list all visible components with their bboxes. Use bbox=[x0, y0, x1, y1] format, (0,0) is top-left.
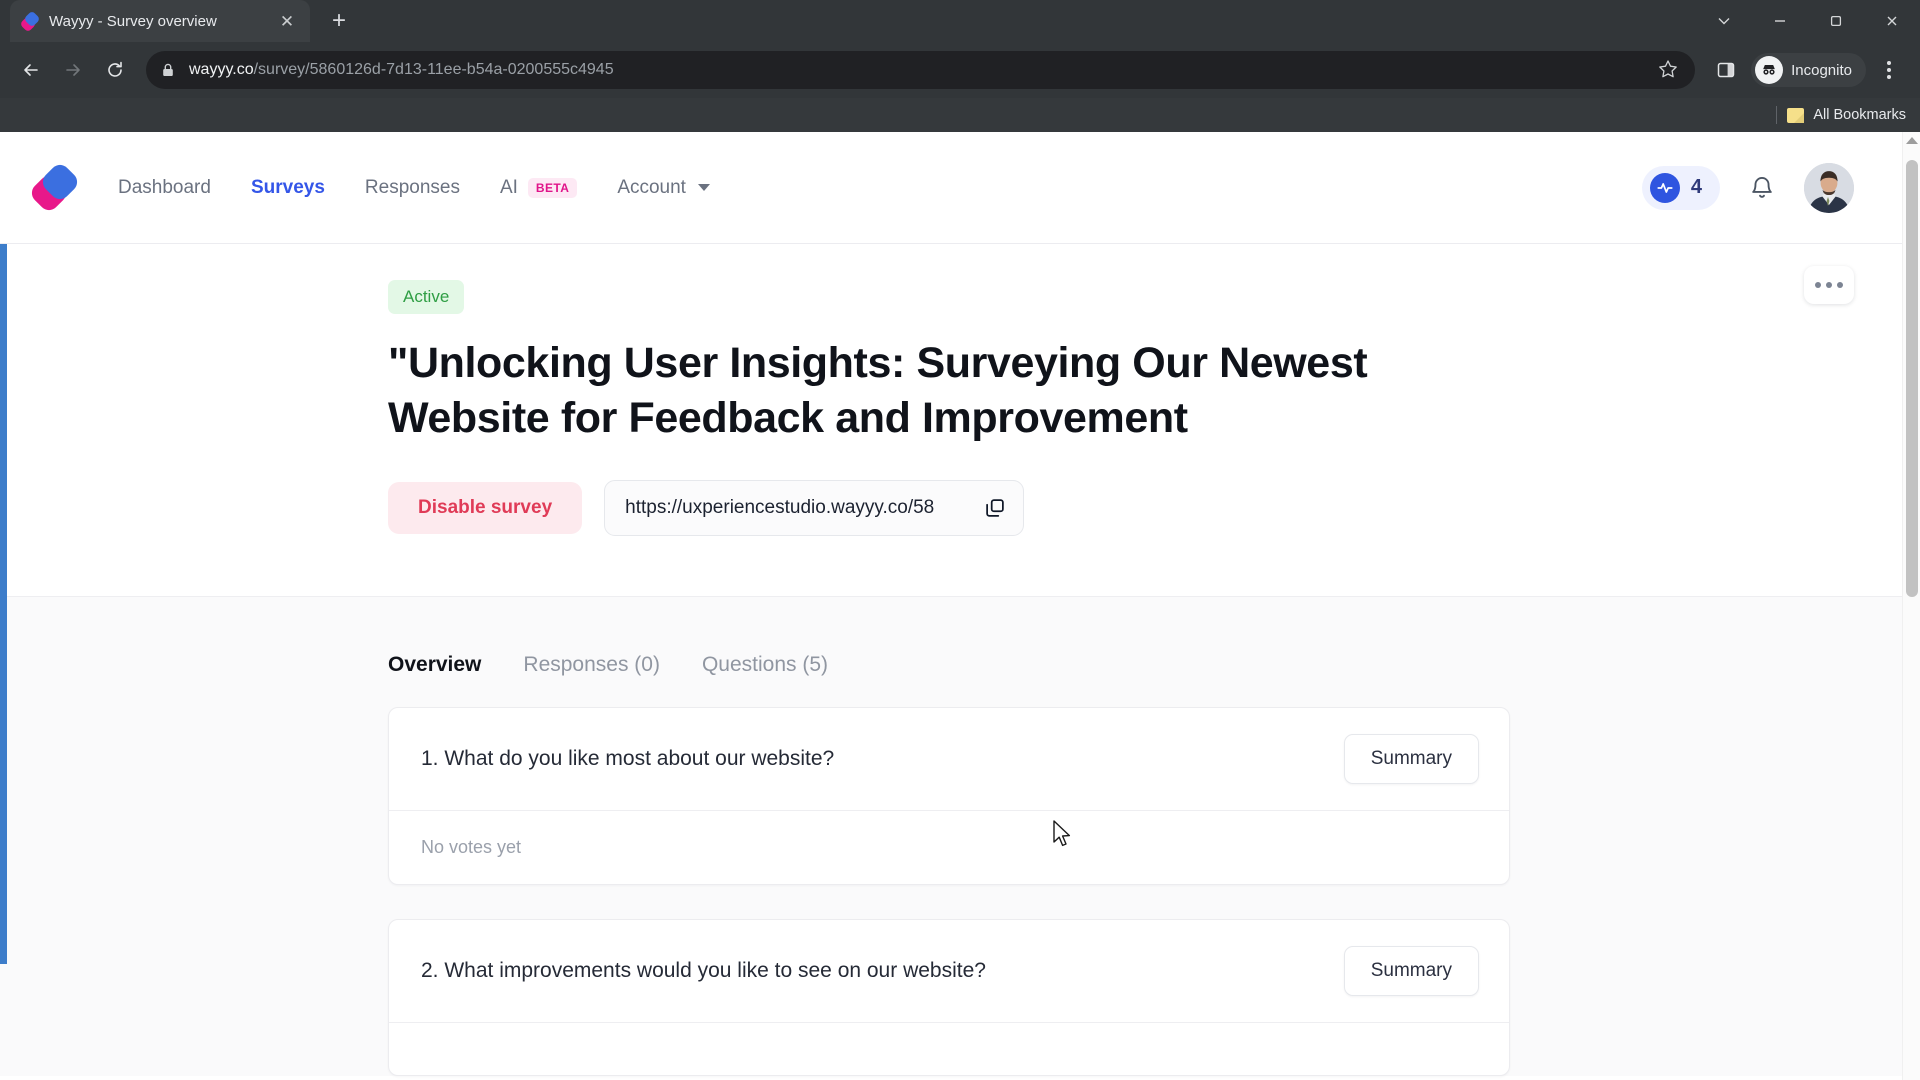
status-badge: Active bbox=[388, 280, 465, 314]
bookmarks-bar: All Bookmarks bbox=[0, 98, 1920, 132]
nav-item-responses[interactable]: Responses bbox=[345, 177, 480, 199]
page-viewport: Dashboard Surveys Responses AI BETA Acco… bbox=[0, 132, 1920, 1080]
nav-right-group: 4 bbox=[1641, 162, 1902, 213]
browser-tab[interactable]: Wayyy - Survey overview ✕ bbox=[10, 0, 310, 42]
star-icon[interactable] bbox=[1657, 58, 1681, 82]
question-body bbox=[389, 1022, 1509, 1075]
arrow-right-icon bbox=[54, 51, 92, 89]
nav-label: Responses bbox=[364, 176, 460, 198]
scrollbar-thumb[interactable] bbox=[1906, 160, 1918, 597]
web-page: Dashboard Surveys Responses AI BETA Acco… bbox=[0, 132, 1902, 1080]
tab-questions[interactable]: Questions (5) bbox=[702, 653, 828, 677]
close-icon[interactable] bbox=[1864, 0, 1920, 42]
credits-count: 4 bbox=[1690, 176, 1702, 198]
nav-item-surveys[interactable]: Surveys bbox=[231, 177, 345, 199]
nav-label: Dashboard bbox=[118, 176, 211, 198]
wayyy-logo-icon[interactable] bbox=[27, 160, 82, 214]
user-avatar[interactable] bbox=[1804, 162, 1854, 213]
nav-item-ai[interactable]: AI BETA bbox=[480, 177, 597, 199]
close-icon[interactable]: ✕ bbox=[276, 10, 298, 32]
url-path: /survey/5860126d-7d13-11ee-b54a-0200555c… bbox=[253, 61, 614, 78]
credits-badge[interactable]: 4 bbox=[1641, 165, 1720, 210]
folder-icon bbox=[1787, 107, 1805, 123]
survey-tabs: Overview Responses (0) Questions (5) bbox=[388, 653, 1440, 677]
question-header: 2. What improvements would you like to s… bbox=[389, 920, 1509, 1022]
tab-responses[interactable]: Responses (0) bbox=[523, 653, 660, 677]
question-title: 2. What improvements would you like to s… bbox=[421, 959, 986, 983]
incognito-indicator[interactable]: Incognito bbox=[1751, 53, 1866, 87]
url-domain: wayyy.co bbox=[189, 61, 254, 78]
question-card: 2. What improvements would you like to s… bbox=[388, 919, 1510, 1077]
hero-actions: Disable survey https://uxperiencestudio.… bbox=[388, 480, 1440, 537]
maximize-icon[interactable] bbox=[1808, 0, 1864, 42]
copy-icon[interactable] bbox=[973, 486, 1017, 530]
url-text: wayyy.co/survey/5860126d-7d13-11ee-b54a-… bbox=[189, 61, 1645, 79]
survey-hero: Active "Unlocking User Insights: Surveyi… bbox=[0, 244, 1902, 597]
lock-icon bbox=[160, 62, 177, 79]
bell-icon[interactable] bbox=[1748, 174, 1776, 202]
incognito-icon bbox=[1755, 56, 1784, 84]
no-votes-label: No votes yet bbox=[421, 837, 522, 858]
kebab-menu-icon[interactable] bbox=[1870, 51, 1908, 89]
ellipsis-icon[interactable] bbox=[1804, 266, 1854, 304]
arrow-left-icon[interactable] bbox=[12, 51, 50, 89]
tab-strip: Wayyy - Survey overview ✕ + bbox=[0, 0, 1920, 42]
reload-icon[interactable] bbox=[96, 51, 134, 89]
tab-title: Wayyy - Survey overview bbox=[49, 12, 217, 30]
all-bookmarks-label: All Bookmarks bbox=[1813, 107, 1906, 123]
nav-label: Account bbox=[617, 176, 686, 198]
activity-pulse-icon bbox=[1649, 172, 1680, 203]
mouse-cursor bbox=[1052, 820, 1074, 855]
chevron-down-icon[interactable] bbox=[1696, 0, 1752, 42]
disable-survey-button[interactable]: Disable survey bbox=[388, 482, 583, 535]
question-header: 1. What do you like most about our websi… bbox=[389, 708, 1509, 810]
question-body: No votes yet bbox=[389, 810, 1509, 884]
browser-toolbar: wayyy.co/survey/5860126d-7d13-11ee-b54a-… bbox=[0, 42, 1920, 98]
address-bar[interactable]: wayyy.co/survey/5860126d-7d13-11ee-b54a-… bbox=[146, 51, 1696, 89]
beta-badge: BETA bbox=[527, 177, 578, 198]
scroll-up-arrow-icon[interactable] bbox=[1905, 137, 1918, 144]
minimize-icon[interactable] bbox=[1752, 0, 1808, 42]
share-url-field[interactable]: https://uxperiencestudio.wayyy.co/58 bbox=[604, 480, 1025, 537]
share-url-text: https://uxperiencestudio.wayyy.co/58 bbox=[625, 497, 935, 519]
primary-nav: Dashboard Surveys Responses AI BETA Acco… bbox=[98, 177, 730, 199]
all-bookmarks-button[interactable]: All Bookmarks bbox=[1787, 107, 1906, 123]
question-title: 1. What do you like most about our websi… bbox=[421, 747, 835, 771]
browser-window: Wayyy - Survey overview ✕ + wayyy.co/sur… bbox=[0, 0, 1920, 1080]
window-controls bbox=[1696, 0, 1920, 42]
chevron-down-icon bbox=[697, 184, 710, 191]
side-panel-icon[interactable] bbox=[1707, 51, 1745, 89]
summary-button[interactable]: Summary bbox=[1343, 734, 1479, 785]
question-card: 1. What do you like most about our websi… bbox=[388, 707, 1510, 886]
app-navbar: Dashboard Surveys Responses AI BETA Acco… bbox=[0, 132, 1902, 244]
nav-label: Surveys bbox=[250, 176, 325, 198]
summary-button[interactable]: Summary bbox=[1343, 946, 1479, 997]
survey-content-section: Overview Responses (0) Questions (5) 1. … bbox=[0, 596, 1902, 1077]
nav-item-dashboard[interactable]: Dashboard bbox=[98, 177, 231, 199]
page-scrollbar[interactable] bbox=[1902, 132, 1920, 1080]
incognito-label: Incognito bbox=[1791, 61, 1852, 79]
divider bbox=[1776, 106, 1778, 124]
wayyy-logo-icon bbox=[19, 10, 41, 32]
tab-overview[interactable]: Overview bbox=[388, 653, 481, 677]
left-accent-bar bbox=[0, 244, 7, 964]
new-tab-button[interactable]: + bbox=[322, 4, 356, 38]
page-title: "Unlocking User Insights: Surveying Our … bbox=[388, 339, 1368, 443]
nav-item-account[interactable]: Account bbox=[597, 177, 730, 199]
nav-label: AI bbox=[499, 176, 518, 198]
